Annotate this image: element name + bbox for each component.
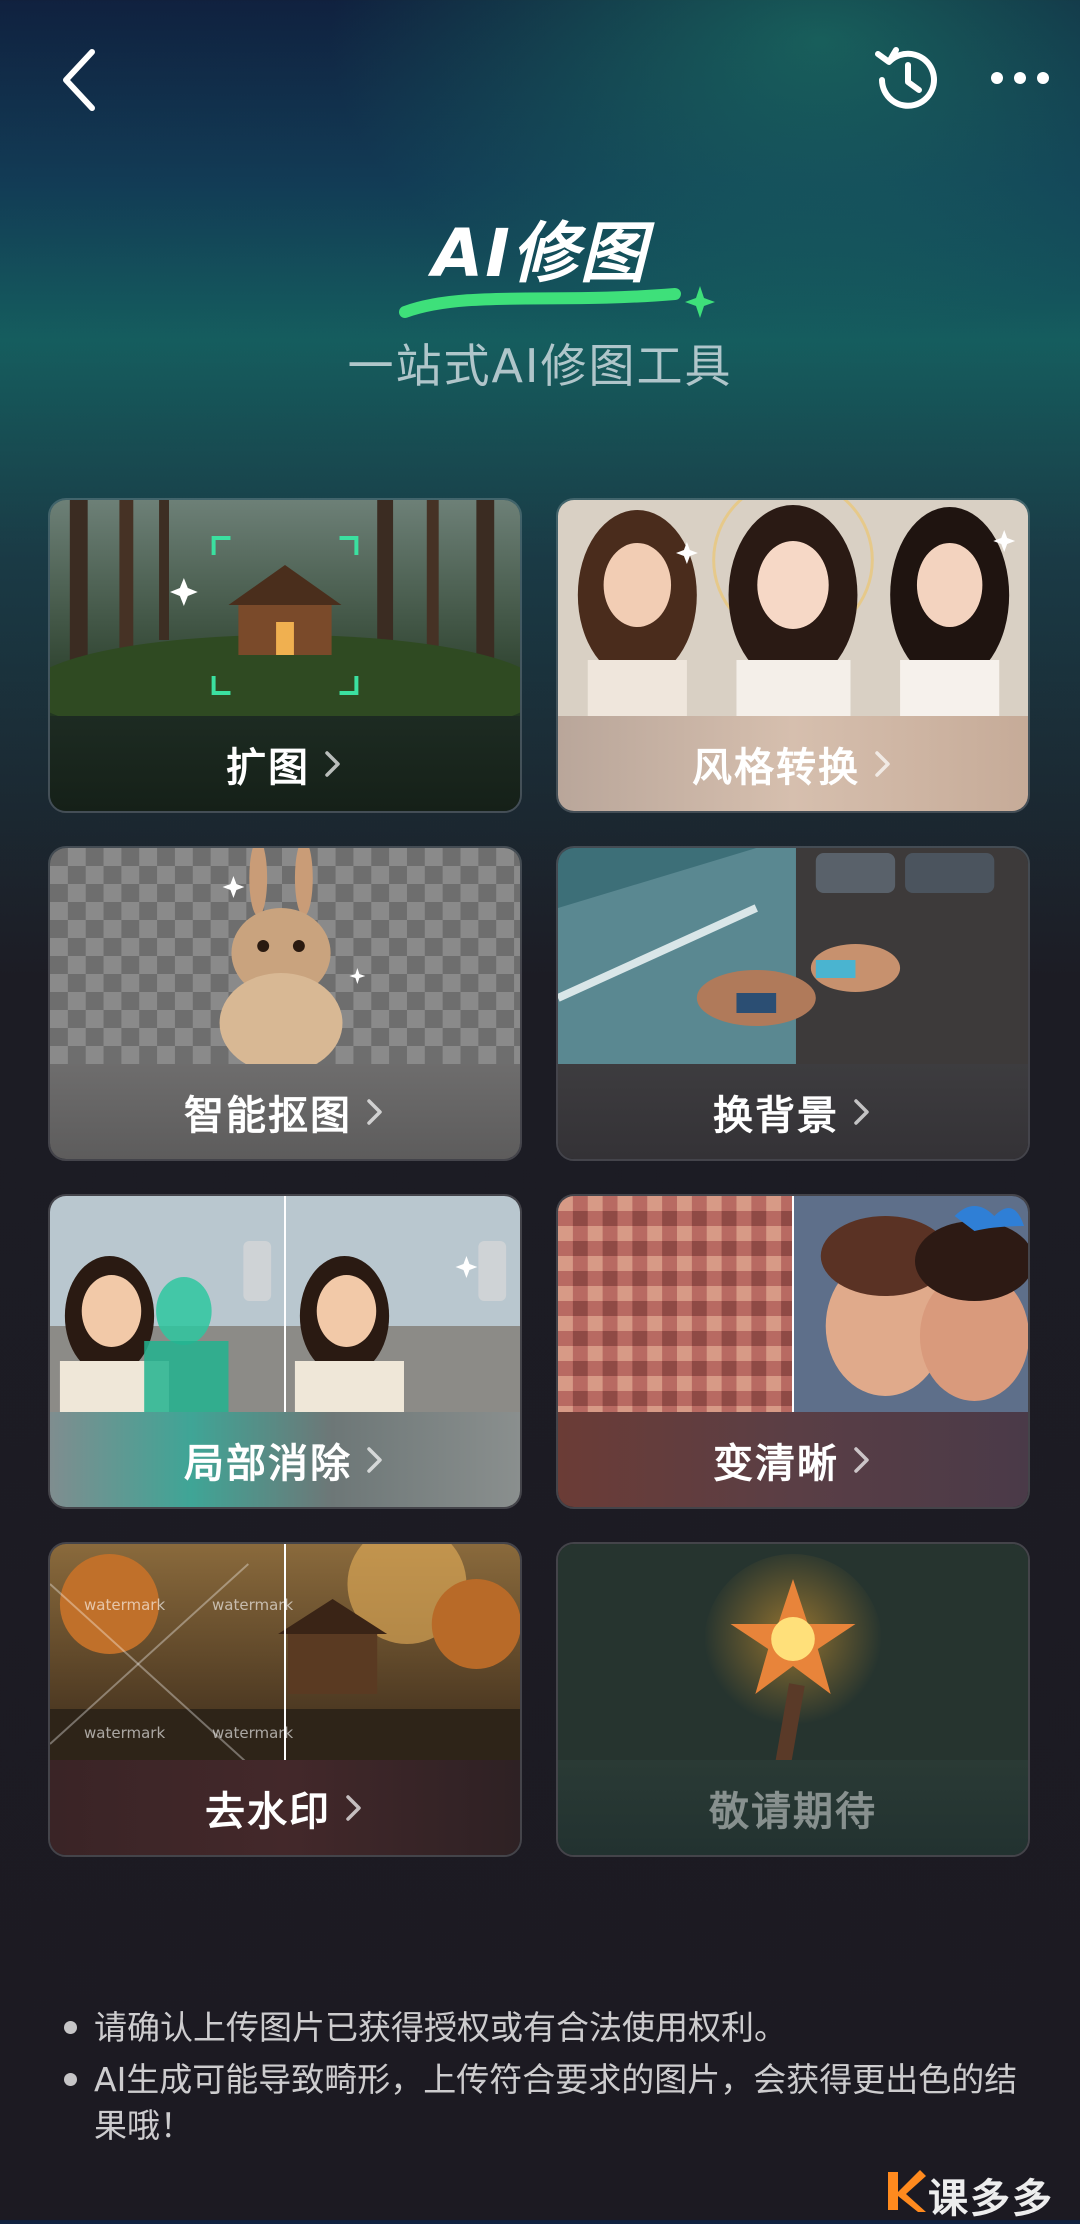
corner-logo-text: 课多多 (928, 2176, 1054, 2222)
partial-erase-preview (50, 1196, 520, 1416)
history-icon (875, 47, 937, 109)
style-transfer-preview (558, 500, 1028, 720)
tool-label-bar: 去水印 (50, 1760, 520, 1855)
expand-image-preview (50, 500, 520, 720)
note-item: AI生成可能导致畸形，上传符合要求的图片，会获得更出色的结果哦！ (60, 2057, 1030, 2149)
tools-grid: 扩图 风格转换 智能抠图 换背景 局部消除 变清晰 watermark wate… (48, 498, 1032, 1858)
more-horizontal-icon (991, 72, 1049, 84)
tool-label-bar: 扩图 (50, 716, 520, 811)
tool-label: 扩图 (226, 744, 310, 791)
tool-label: 换背景 (713, 1092, 839, 1139)
tool-label-bar: 换背景 (558, 1064, 1028, 1159)
tool-label-bar: 变清晰 (558, 1412, 1028, 1507)
note-item: 请确认上传图片已获得授权或有合法使用权利。 (60, 2005, 1030, 2051)
chevron-right-icon (875, 750, 890, 777)
bullet-icon (64, 2073, 77, 2086)
back-button[interactable] (50, 40, 120, 120)
chevron-right-icon (367, 1098, 382, 1125)
page-subtitle: 一站式AI修图工具 (347, 339, 733, 393)
tool-label: 智能抠图 (184, 1092, 352, 1139)
coming-soon-preview (558, 1544, 1028, 1764)
chevron-right-icon (325, 750, 340, 777)
top-bar (0, 0, 1080, 160)
tool-card-remove-watermark[interactable]: watermark watermark watermark watermark … (48, 1542, 522, 1857)
watermark-sample-text: watermark (212, 1724, 294, 1742)
bullet-icon (64, 2021, 77, 2034)
corner-logo-icon (888, 2170, 926, 2212)
tool-card-change-background[interactable]: 换背景 (556, 846, 1030, 1161)
chevron-right-icon (346, 1794, 361, 1821)
tool-card-expand-image[interactable]: 扩图 (48, 498, 522, 813)
hero: AI修图 一站式AI修图工具 (0, 200, 1080, 400)
corner-logo: 课多多 (880, 2162, 1070, 2222)
tool-label-bar: 智能抠图 (50, 1064, 520, 1159)
tool-label: 去水印 (205, 1788, 331, 1835)
tool-card-enhance-clarity[interactable]: 变清晰 (556, 1194, 1030, 1509)
watermark-sample-text: watermark (84, 1724, 166, 1742)
note-text: 请确认上传图片已获得授权或有合法使用权利。 (94, 2008, 787, 2047)
more-button[interactable] (985, 45, 1055, 115)
disclaimer-notes: 请确认上传图片已获得授权或有合法使用权利。 AI生成可能导致畸形，上传符合要求的… (60, 2005, 1030, 2155)
tool-card-smart-cutout[interactable]: 智能抠图 (48, 846, 522, 1161)
smart-cutout-preview (50, 848, 520, 1068)
tool-card-coming-soon: 敬请期待 (556, 1542, 1030, 1857)
history-button[interactable] (866, 40, 946, 120)
tool-label: 变清晰 (713, 1440, 839, 1487)
tool-card-style-transfer[interactable]: 风格转换 (556, 498, 1030, 813)
tool-label: 敬请期待 (709, 1788, 877, 1835)
watermark-sample-text: watermark (84, 1596, 166, 1614)
change-background-preview (558, 848, 1028, 1068)
tool-label-bar: 局部消除 (50, 1412, 520, 1507)
tool-card-partial-erase[interactable]: 局部消除 (48, 1194, 522, 1509)
tool-label-bar: 风格转换 (558, 716, 1028, 811)
tool-label: 风格转换 (692, 744, 860, 791)
tool-label: 局部消除 (184, 1440, 352, 1487)
tool-label-bar: 敬请期待 (558, 1760, 1028, 1855)
chevron-left-icon (63, 49, 95, 111)
chevron-right-icon (854, 1446, 869, 1473)
note-text: AI生成可能导致畸形，上传符合要求的图片，会获得更出色的结果哦！ (94, 2060, 1018, 2145)
chevron-right-icon (854, 1098, 869, 1125)
chevron-right-icon (367, 1446, 382, 1473)
watermark-sample-text: watermark (212, 1596, 294, 1614)
enhance-clarity-preview (558, 1196, 1028, 1416)
